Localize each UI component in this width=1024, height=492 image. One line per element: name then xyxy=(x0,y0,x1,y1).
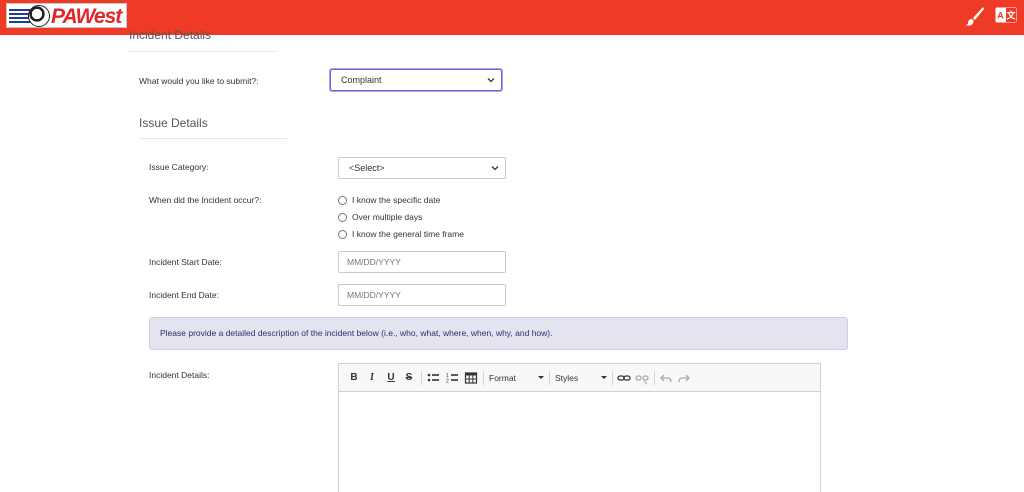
submit-type-value: Complaint xyxy=(341,75,382,85)
incident-details-label: Incident Details: xyxy=(149,370,210,380)
radio-label: I know the specific date xyxy=(352,195,441,205)
end-date-input[interactable] xyxy=(338,284,506,306)
strikethrough-icon[interactable]: S xyxy=(402,370,416,386)
chevron-down-icon xyxy=(487,78,495,83)
language-translate-icon[interactable]: A 文 xyxy=(995,7,1017,23)
format-label: Format xyxy=(489,373,516,383)
radio-label: I know the general time frame xyxy=(352,229,464,239)
toolbar-separator xyxy=(421,371,422,385)
issue-details-heading: Issue Details xyxy=(139,116,208,130)
soccer-ball-icon xyxy=(28,5,50,27)
svg-text:2: 2 xyxy=(446,379,449,385)
toolbar-separator xyxy=(549,371,550,385)
bold-icon[interactable]: B xyxy=(347,370,361,386)
undo-icon[interactable] xyxy=(659,370,673,386)
logo-text: PAWest xyxy=(51,5,122,28)
numbered-list-icon[interactable]: 1 2 xyxy=(445,370,459,386)
caret-down-icon xyxy=(538,376,544,379)
underline-icon[interactable]: U xyxy=(384,370,398,386)
italic-icon[interactable]: I xyxy=(365,370,379,386)
radio-general-timeframe[interactable]: I know the general time frame xyxy=(338,229,464,239)
incident-occur-label: When did the Incident occur?: xyxy=(149,195,262,205)
pawest-logo[interactable]: PAWest xyxy=(6,3,127,28)
editor-content-area[interactable] xyxy=(339,392,820,492)
chevron-down-icon xyxy=(491,166,499,171)
styles-dropdown[interactable]: Styles xyxy=(555,370,607,386)
styles-label: Styles xyxy=(555,373,579,383)
radio-button[interactable] xyxy=(338,229,347,239)
radio-multiple-days[interactable]: Over multiple days xyxy=(338,212,422,222)
toolbar-separator xyxy=(654,371,655,385)
submit-type-label: What would you like to submit?: xyxy=(139,76,259,86)
toolbar-separator xyxy=(612,371,613,385)
issue-category-select[interactable]: <Select> xyxy=(338,157,506,179)
incident-details-editor[interactable]: B I U S 1 2 Format Styles xyxy=(338,363,821,492)
svg-text:A: A xyxy=(997,11,1004,21)
description-info-banner: Please provide a detailed description of… xyxy=(149,317,848,350)
incident-details-heading: Incident Details xyxy=(129,28,212,42)
table-icon[interactable] xyxy=(464,370,478,386)
radio-button[interactable] xyxy=(338,212,347,222)
radio-specific-date[interactable]: I know the specific date xyxy=(338,195,440,205)
editor-toolbar: B I U S 1 2 Format Styles xyxy=(339,364,820,392)
unlink-icon[interactable] xyxy=(635,370,649,386)
end-date-label: Incident End Date: xyxy=(149,290,219,300)
radio-label: Over multiple days xyxy=(352,212,423,222)
incident-details-divider xyxy=(129,51,276,52)
issue-category-value: <Select> xyxy=(349,163,385,173)
toolbar-separator xyxy=(483,371,484,385)
bulleted-list-icon[interactable] xyxy=(426,370,440,386)
issue-details-divider xyxy=(139,138,287,139)
radio-button[interactable] xyxy=(338,195,347,205)
svg-text:文: 文 xyxy=(1005,10,1016,21)
link-icon[interactable] xyxy=(617,370,631,386)
submit-type-select[interactable]: Complaint xyxy=(330,69,502,91)
redo-icon[interactable] xyxy=(677,370,691,386)
start-date-label: Incident Start Date: xyxy=(149,257,222,267)
format-dropdown[interactable]: Format xyxy=(489,370,544,386)
paintbrush-icon[interactable] xyxy=(963,5,985,27)
caret-down-icon xyxy=(601,376,607,379)
issue-category-label: Issue Category: xyxy=(149,162,209,172)
start-date-input[interactable] xyxy=(338,251,506,273)
